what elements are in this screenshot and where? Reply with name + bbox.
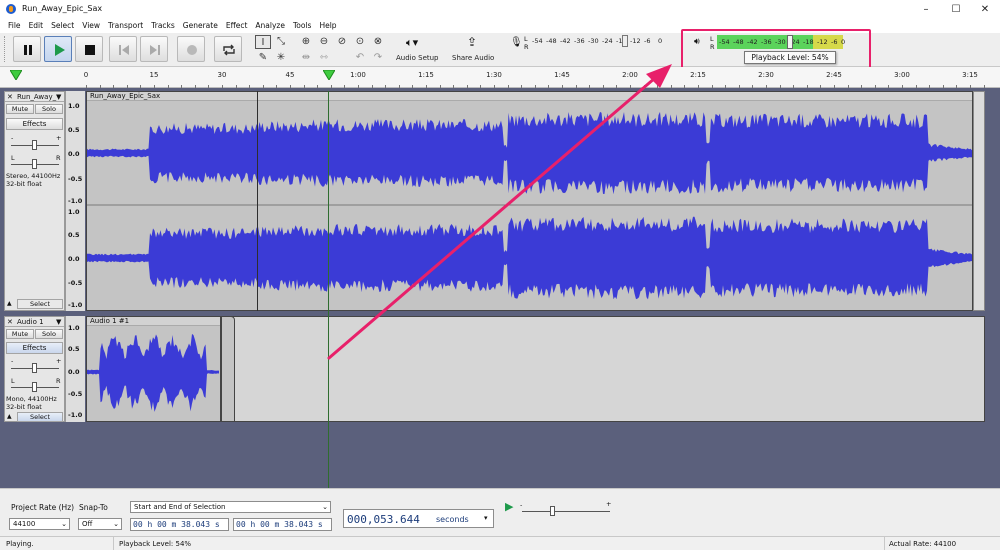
selection-mode-select[interactable]: Start and End of Selection ⌄: [130, 501, 331, 513]
annotation-arrow: [327, 64, 672, 360]
speed-plus-label: +: [606, 500, 612, 508]
play-at-speed-icon[interactable]: ▶: [505, 500, 513, 513]
time-display[interactable]: 000,053.644 seconds ▾: [343, 509, 494, 528]
chevron-down-icon: ⌄: [61, 520, 67, 528]
status-divider: [113, 537, 114, 550]
status-message: Playback Level: 54%: [119, 540, 192, 548]
snap-to-label: Snap-To: [79, 503, 108, 512]
selection-mode-value: Start and End of Selection: [134, 503, 226, 511]
snap-to-value: Off: [82, 520, 93, 528]
speed-minus-label: -: [520, 501, 523, 509]
time-unit-chevron-icon[interactable]: ▾: [484, 514, 488, 522]
status-bar: Playing. Playback Level: 54% Actual Rate…: [0, 536, 1000, 550]
selection-toolbar: Project Rate (Hz) 44100 ⌄ Snap-To Off ⌄ …: [0, 488, 1000, 536]
play-speed-slider[interactable]: [522, 511, 610, 512]
status-actual-rate: Actual Rate: 44100: [889, 540, 957, 548]
selection-end-time[interactable]: 00 h 00 m 38.043 s: [233, 518, 332, 531]
status-state: Playing.: [6, 540, 34, 548]
chevron-down-icon: ⌄: [322, 503, 328, 511]
snap-to-select[interactable]: Off ⌄: [78, 518, 122, 530]
time-display-unit: seconds: [436, 515, 469, 524]
time-display-value: 000,053.644: [347, 513, 420, 526]
project-rate-select[interactable]: 44100 ⌄: [9, 518, 70, 530]
play-speed-slider-handle[interactable]: [550, 506, 555, 516]
selection-start-time[interactable]: 00 h 00 m 38.043 s: [130, 518, 229, 531]
project-rate-label: Project Rate (Hz): [11, 503, 75, 512]
project-rate-value: 44100: [13, 520, 36, 528]
status-divider: [884, 537, 885, 550]
chevron-down-icon: ⌄: [113, 520, 119, 528]
